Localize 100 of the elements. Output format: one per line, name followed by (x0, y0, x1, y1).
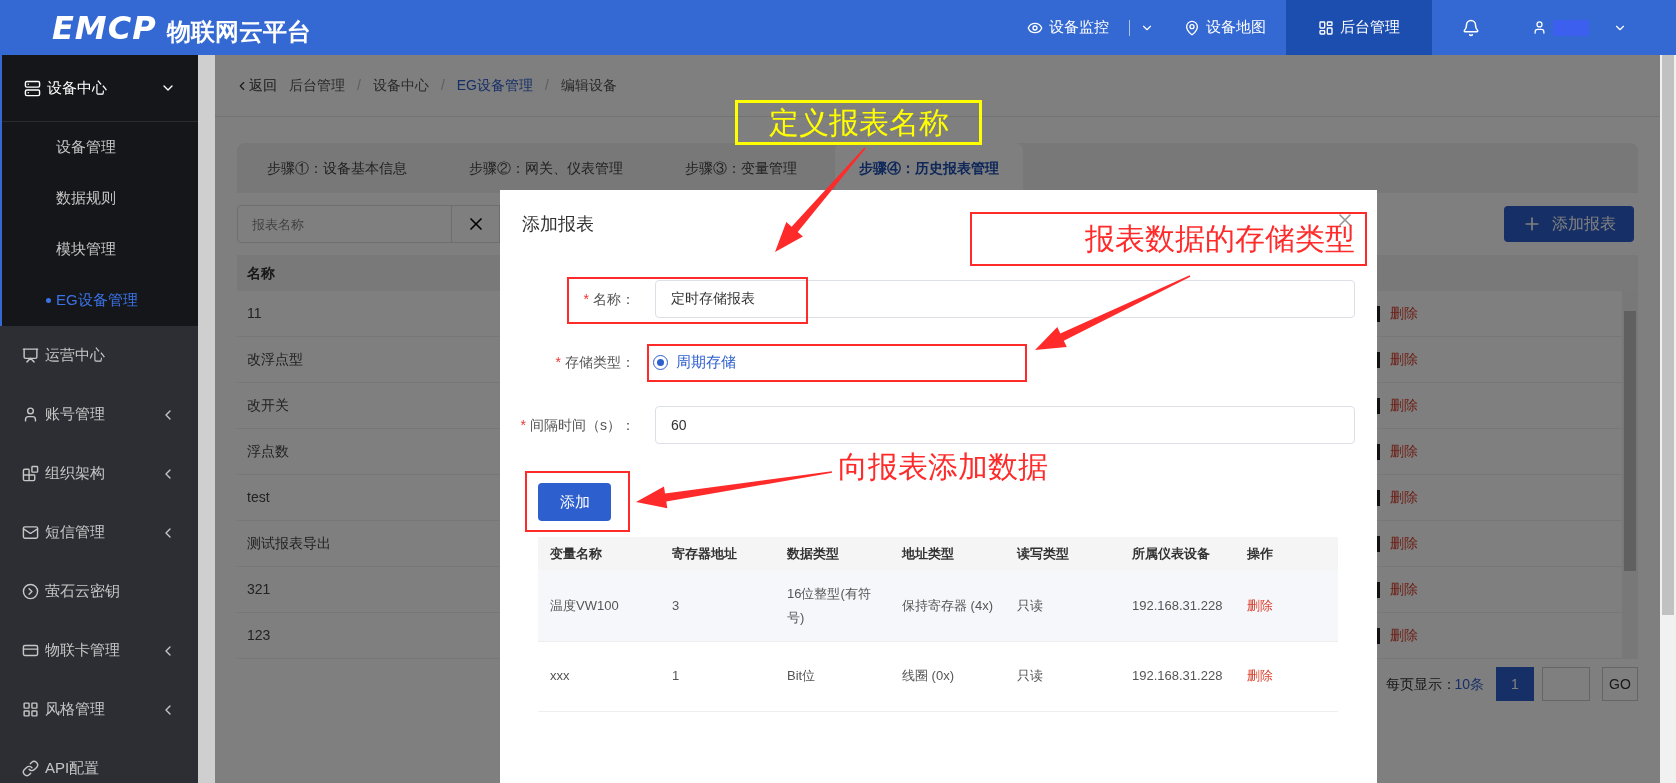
submenu-item[interactable]: 模块管理 (2, 224, 198, 275)
nav-tab[interactable]: 后台管理 (1286, 0, 1432, 55)
breadcrumb-item[interactable]: EG设备管理 (456, 75, 533, 96)
dashboard-icon (1318, 19, 1334, 36)
step-tab[interactable]: 步骤③：变量管理 (661, 143, 821, 193)
field-label: 名称： (593, 289, 635, 309)
breadcrumb-item[interactable]: 编辑设备 (560, 75, 617, 96)
dialog-title: 添加报表 (522, 213, 594, 236)
required-mark: * (555, 352, 561, 372)
add-report-button[interactable]: 添加报表 (1504, 206, 1634, 242)
breadcrumb-item[interactable]: 设备中心 (372, 75, 429, 96)
add-button[interactable]: 添加 (538, 483, 611, 521)
required-mark: * (583, 289, 589, 309)
table-cell: 3 (672, 597, 680, 613)
step-tab[interactable]: 步骤②：网关、仪表管理 (445, 143, 647, 193)
delete-link[interactable]: 删除 (1390, 303, 1418, 324)
callout-label: 报表数据的存储类型 (970, 212, 1367, 266)
table-cell-text: 测试报表导出 (247, 534, 331, 553)
notification-bell-icon[interactable] (1462, 18, 1480, 37)
table-cell-text: 浮点数 (247, 442, 289, 461)
scrollbar[interactable] (198, 55, 215, 783)
table-cell-text: 改浮点型 (247, 350, 303, 369)
page-input[interactable] (1542, 667, 1590, 701)
breadcrumb-separator: / (545, 76, 549, 95)
card-icon (22, 642, 39, 659)
link-icon (22, 760, 39, 777)
sidebar-item[interactable]: 账号管理 (0, 385, 198, 444)
delete-link[interactable]: 删除 (1390, 625, 1418, 646)
step-tab[interactable]: 步骤④：历史报表管理 (835, 143, 1023, 193)
back-link[interactable]: 返回 (235, 75, 277, 96)
submenu-item[interactable]: 数据规则 (2, 173, 198, 224)
logo: EMCP (52, 11, 157, 44)
user-icon (22, 406, 39, 423)
delete-link[interactable]: 删除 (1390, 349, 1418, 370)
table-cell: 线圈 (0x) (902, 668, 954, 683)
column-header: 地址类型 (902, 546, 954, 562)
sidebar-item[interactable]: 组织架构 (0, 444, 198, 503)
table-cell-text: 321 (247, 580, 271, 599)
callout-label: 定义报表名称 (735, 100, 982, 145)
delete-link[interactable]: 删除 (1390, 441, 1418, 462)
nav-tab[interactable]: 设备地图 (1164, 0, 1286, 55)
breadcrumb-separator: / (357, 76, 361, 95)
nav-tab[interactable]: 设备监控 (1007, 0, 1129, 55)
page-size-value[interactable]: 10条 (1454, 673, 1484, 695)
table-cell: 1 (672, 668, 680, 683)
table-cell: Bit位 (787, 668, 816, 683)
user-icon[interactable] (1532, 20, 1547, 35)
breadcrumb-separator: / (440, 76, 445, 95)
table-cell-text: test (247, 488, 270, 507)
table-cell: 温度VW100 (550, 597, 619, 613)
column-header: 所属仪表设备 (1132, 546, 1210, 562)
required-mark: * (520, 415, 526, 435)
table-cell-text: 123 (247, 626, 271, 645)
table-cell: 保持寄存器 (4x) (902, 597, 993, 613)
radio-option[interactable]: 周期存储 (653, 350, 736, 374)
server-icon (24, 79, 41, 97)
column-header: 名称 (247, 263, 275, 283)
scrollbar[interactable] (1660, 55, 1676, 783)
table-cell-text: 改开关 (247, 396, 289, 415)
callout-label: 向报表添加数据 (838, 452, 1048, 482)
grid-icon (22, 701, 39, 718)
sidebar-item[interactable]: 风格管理 (0, 680, 198, 739)
step-tab[interactable]: 步骤①：设备基本信息 (243, 143, 431, 193)
delete-link[interactable]: 删除 (1247, 668, 1273, 684)
text-field[interactable]: 定时存储报表 (655, 280, 1355, 318)
chart-board-icon (22, 347, 39, 364)
mail-icon (22, 524, 39, 541)
delete-link[interactable]: 删除 (1390, 395, 1418, 416)
sidebar-item[interactable]: 物联卡管理 (0, 621, 198, 680)
blocks-icon (22, 465, 39, 482)
breadcrumb-item[interactable]: 后台管理 (289, 75, 345, 96)
sidebar-item[interactable]: 短信管理 (0, 503, 198, 562)
delete-link[interactable]: 删除 (1390, 533, 1418, 554)
column-header: 数据类型 (787, 546, 839, 562)
circle-chevron-icon (22, 583, 39, 600)
submenu-item[interactable]: 设备管理 (2, 122, 198, 173)
table-cell: 16位整型(有符号) (787, 585, 871, 625)
delete-link[interactable]: 删除 (1247, 598, 1273, 613)
table-cell-text: 11 (247, 304, 262, 323)
page-button[interactable]: 1 (1496, 667, 1534, 701)
search-field[interactable]: 报表名称 (237, 205, 452, 243)
sidebar-item[interactable]: 萤石云密钥 (0, 562, 198, 621)
delete-link[interactable]: 删除 (1390, 579, 1418, 600)
map-pin-icon (1184, 19, 1200, 36)
field-label: 间隔时间（s）： (530, 415, 635, 435)
delete-link[interactable]: 删除 (1390, 487, 1418, 508)
sidebar-item[interactable]: API配置 (0, 739, 198, 783)
text-field[interactable]: 60 (655, 406, 1355, 444)
column-header: 操作 (1247, 546, 1273, 562)
table-cell: 只读 (1017, 597, 1043, 613)
go-button[interactable]: GO (1602, 667, 1638, 701)
table-cell: 192.168.31.228 (1132, 668, 1223, 683)
scrollbar[interactable] (1622, 291, 1638, 659)
column-header: 寄存器地址 (672, 546, 737, 562)
table-cell: 192.168.31.228 (1132, 597, 1223, 613)
submenu-item[interactable]: EG设备管理 (2, 275, 198, 326)
sidebar-item[interactable]: 运营中心 (0, 326, 198, 385)
platform-title: 物联网云平台 (166, 19, 311, 44)
field-label: 存储类型： (565, 352, 635, 372)
page-size-label: 每页显示： (1386, 674, 1457, 694)
